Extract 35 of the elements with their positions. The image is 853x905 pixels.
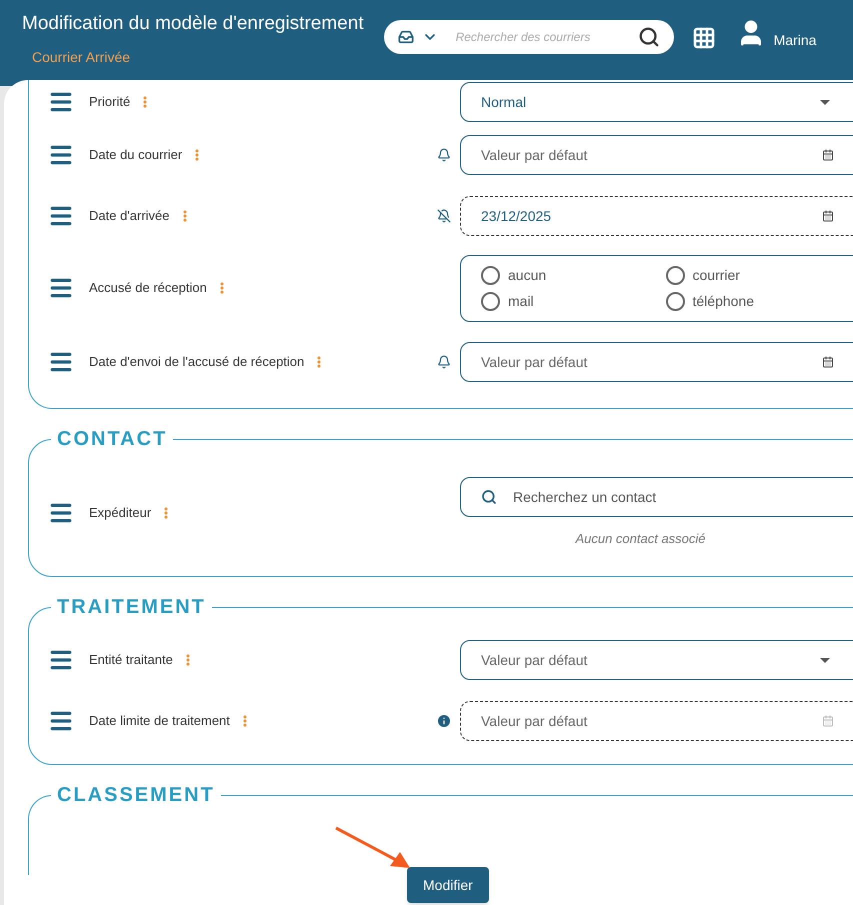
date-field[interactable]: 23/12/2025 xyxy=(460,196,853,236)
contact-search-field[interactable]: Recherchez un contact xyxy=(460,477,853,518)
date-field[interactable]: Valeur par défaut xyxy=(460,342,853,382)
field-label: Date d'envoi de l'accusé de réception xyxy=(89,353,304,372)
calendar-icon[interactable] xyxy=(822,149,834,161)
page-title: Modification du modèle d'enregistrement xyxy=(22,12,364,36)
inbox-icon[interactable] xyxy=(398,29,414,45)
search-icon xyxy=(481,489,497,506)
calendar-icon[interactable] xyxy=(822,356,834,368)
dropdown-caret-icon xyxy=(820,658,830,662)
page-subtitle: Courrier Arrivée xyxy=(32,48,132,66)
user-name: Marina xyxy=(774,31,816,50)
select-field[interactable]: Normal xyxy=(460,82,853,122)
radio-option[interactable]: aucun xyxy=(481,264,666,286)
field-label: Entité traitante xyxy=(89,651,173,670)
search-icon[interactable] xyxy=(638,26,660,48)
select-field[interactable]: Valeur par défaut xyxy=(460,640,853,680)
field-label: Date d'arrivée xyxy=(89,207,170,226)
apps-grid-icon[interactable] xyxy=(692,26,716,50)
help-text: Aucun contact associé xyxy=(575,530,706,548)
bell-icon[interactable] xyxy=(437,148,451,162)
bell-icon[interactable] xyxy=(437,355,451,369)
radio-option[interactable]: courrier xyxy=(666,264,850,286)
date-field[interactable]: Valeur par défaut xyxy=(460,135,853,175)
modify-button[interactable]: Modifier xyxy=(407,867,489,903)
dropdown-caret-icon xyxy=(820,100,830,104)
radio-option[interactable]: téléphone xyxy=(666,290,850,312)
field-label: Accusé de réception xyxy=(89,279,207,298)
field-label: Date limite de traitement xyxy=(89,712,230,730)
bell-off-icon[interactable] xyxy=(437,209,451,223)
field-label: Expéditeur xyxy=(89,504,152,522)
field-label: Priorité xyxy=(89,93,130,112)
radio-option[interactable]: mail xyxy=(481,290,666,312)
field-label: Date du courrier xyxy=(89,146,182,164)
calendar-icon[interactable] xyxy=(822,210,834,222)
